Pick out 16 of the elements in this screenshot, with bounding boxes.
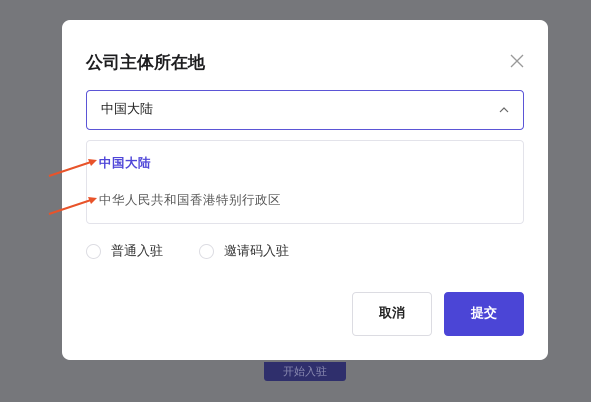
- submit-button[interactable]: 提交: [444, 292, 524, 336]
- radio-button[interactable]: [199, 244, 214, 260]
- select-value: 中国大陆: [101, 101, 153, 120]
- select-field[interactable]: 中国大陆: [86, 90, 524, 130]
- dropdown-option[interactable]: 中国大陆: [87, 145, 523, 182]
- close-icon[interactable]: [510, 54, 524, 68]
- radio-label[interactable]: 普通入驻: [111, 242, 163, 262]
- start-button[interactable]: 开始入驻: [264, 362, 346, 381]
- cancel-button[interactable]: 取消: [352, 292, 432, 336]
- dialog-title: 公司主体所在地: [86, 52, 205, 75]
- arrow-icon: [48, 196, 98, 216]
- arrow-icon: [48, 158, 98, 178]
- dropdown-option[interactable]: 中华人民共和国香港特别行政区: [87, 182, 523, 219]
- radio-label[interactable]: 邀请码入驻: [224, 242, 289, 262]
- radio-button[interactable]: [86, 244, 101, 260]
- caret-icon: [499, 107, 509, 113]
